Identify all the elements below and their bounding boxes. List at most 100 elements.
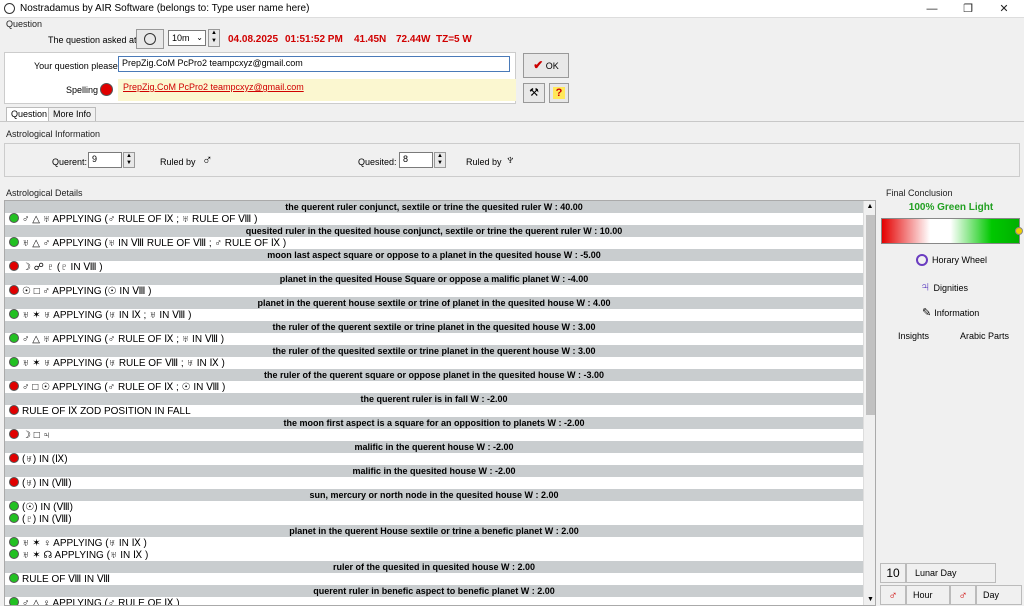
aspect-row[interactable]: ♂ △ ♅ APPLYING (♂ RULE OF Ⅸ ; ♅ RULE OF … (5, 213, 863, 225)
aspect-row[interactable]: ☽ □ ♃ (5, 429, 863, 441)
maximize-button[interactable]: ❐ (950, 0, 986, 18)
clock-button[interactable] (136, 29, 164, 49)
dignities-link[interactable]: ♃ Dignities (920, 278, 968, 294)
querent-input[interactable]: 9 (88, 152, 122, 168)
lunar-day-number: 10 (880, 563, 906, 583)
verdict-gauge (881, 218, 1023, 244)
aspect-row[interactable]: ☉ □ ♂ APPLYING (☉ IN Ⅷ ) (5, 285, 863, 297)
interval-select[interactable]: 10m ⌄ (168, 30, 206, 46)
spelling-status-icon (100, 83, 113, 96)
rule-header-row: the ruler of the querent square or oppos… (5, 369, 863, 381)
minimize-button[interactable]: — (914, 0, 950, 18)
gauge-marker (1015, 227, 1023, 235)
red-status-icon (9, 405, 19, 415)
neptune-icon: ♆ (505, 151, 516, 167)
red-status-icon (9, 381, 19, 391)
book-icon: ✎ (922, 307, 932, 319)
red-status-icon (9, 285, 19, 295)
aspect-row[interactable]: ♂ △ ♅ APPLYING (♂ RULE OF Ⅸ ; ♅ IN Ⅷ ) (5, 333, 863, 345)
scroll-up-icon[interactable]: ▲ (864, 201, 875, 213)
aspect-row[interactable]: RULE OF Ⅷ IN Ⅷ (5, 573, 863, 585)
mars-icon: ♂ (202, 151, 213, 167)
your-question-label: Your question please (34, 61, 118, 71)
spelling-box: PrepZig.CoM PcPro2 teampcxyz@gmail.com (118, 79, 516, 101)
details-group-label: Astrological Details (6, 188, 83, 198)
help-icon: ? (552, 87, 566, 99)
ok-button[interactable]: ✔ OK (523, 53, 569, 78)
aspect-row[interactable]: ♅ ✶ ♅ APPLYING (♅ IN Ⅸ ; ♅ IN Ⅷ ) (5, 309, 863, 321)
arabic-parts-link[interactable]: Arabic Parts (960, 331, 1009, 341)
rule-header-row: the moon first aspect is a square for an… (5, 417, 863, 429)
aspect-row[interactable]: ♅ △ ♂ APPLYING (♅ IN Ⅷ RULE OF Ⅷ ; ♂ RUL… (5, 237, 863, 249)
green-status-icon (9, 549, 19, 559)
green-status-icon (9, 213, 19, 223)
scroll-down-icon[interactable]: ▼ (864, 594, 875, 605)
quesited-label: Quesited: (358, 157, 397, 167)
details-scrollbar[interactable]: ▲ ▼ (863, 201, 875, 605)
horary-wheel-link[interactable]: Horary Wheel (916, 254, 987, 266)
aspect-text: (♅) IN (Ⅷ) (22, 478, 72, 489)
rule-header-row: planet in the querent House sextile or t… (5, 525, 863, 537)
app-icon (4, 3, 15, 14)
green-status-icon (9, 537, 19, 547)
information-link[interactable]: ✎ Information (922, 306, 979, 319)
interval-stepper[interactable]: ▲ ▼ (208, 29, 220, 47)
aspect-row[interactable]: ♅ ✶ ♀ APPLYING (♅ IN Ⅸ ) (5, 537, 863, 549)
tab-question[interactable]: Question (6, 107, 53, 121)
astro-info-group-label: Astrological Information (6, 129, 101, 139)
scroll-thumb[interactable] (866, 215, 875, 415)
aspect-row[interactable]: (♅) IN (Ⅸ) (5, 453, 863, 465)
rule-header-row: querent ruler in benefic aspect to benef… (5, 585, 863, 597)
aspect-row[interactable]: ♂ △ ♀ APPLYING (♂ RULE OF Ⅸ ) (5, 597, 863, 605)
checkmark-icon: ✔ (533, 58, 544, 72)
rule-header-row: quesited ruler in the quesited house con… (5, 225, 863, 237)
rule-header-row: the ruler of the quesited sextile or tri… (5, 345, 863, 357)
quesited-stepper[interactable]: ▲ ▼ (434, 152, 446, 168)
green-status-icon (9, 333, 19, 343)
rule-header-row: the ruler of the querent sextile or trin… (5, 321, 863, 333)
question-date: 04.08.2025 (228, 34, 279, 45)
aspect-text: ☉ □ ♂ APPLYING (☉ IN Ⅷ ) (22, 286, 152, 297)
green-status-icon (9, 357, 19, 367)
green-status-icon (9, 309, 19, 319)
interval-value: 10m (172, 33, 190, 43)
aspect-text: (♇) IN (Ⅷ) (22, 514, 72, 525)
querent-stepper[interactable]: ▲ ▼ (123, 152, 135, 168)
quesited-input[interactable]: 8 (399, 152, 433, 168)
aspect-text: ♅ ✶ ♀ APPLYING (♅ IN Ⅸ ) (22, 538, 147, 549)
clock-icon (144, 33, 156, 45)
question-input[interactable]: PrepZig.CoM PcPro2 teampcxyz@gmail.com (118, 56, 510, 72)
final-conclusion-panel: Final Conclusion 100% Green Light Horary… (878, 186, 1024, 606)
rule-header-row: sun, mercury or north node in the quesit… (5, 489, 863, 501)
rule-header-row: planet in the querent house sextile or t… (5, 297, 863, 309)
aspect-row[interactable]: (☉) IN (Ⅷ) (5, 501, 863, 513)
aspect-row[interactable]: ♅ ✶ ☊ APPLYING (♅ IN Ⅸ ) (5, 549, 863, 561)
tab-more-info[interactable]: More Info (48, 107, 97, 121)
horary-wheel-label: Horary Wheel (932, 255, 988, 265)
aspect-text: ♅ ✶ ☊ APPLYING (♅ IN Ⅸ ) (22, 550, 149, 561)
window-title: Nostradamus by AIR Software (belongs to:… (20, 3, 310, 14)
tools-button[interactable]: ⚒ (523, 83, 545, 103)
rule-header-row: planet in the quesited House Square or o… (5, 273, 863, 285)
insights-link[interactable]: Insights (898, 331, 929, 341)
lunar-day-label: Lunar Day (906, 563, 996, 583)
rule-header-row: moon last aspect square or oppose to a p… (5, 249, 863, 261)
information-label: Information (934, 308, 980, 318)
aspect-row[interactable]: ☽ ☍ ♇ (♇ IN Ⅷ ) (5, 261, 863, 273)
red-status-icon (9, 261, 19, 271)
details-list[interactable]: the querent ruler conjunct, sextile or t… (4, 200, 876, 606)
hour-label: Hour (906, 585, 950, 605)
aspect-row[interactable]: RULE OF Ⅸ ZOD POSITION IN FALL (5, 405, 863, 417)
aspect-row[interactable]: (♅) IN (Ⅷ) (5, 477, 863, 489)
question-time: 01:51:52 PM (285, 34, 343, 45)
aspect-text: ♅ ✶ ♅ APPLYING (♅ IN Ⅸ ; ♅ IN Ⅷ ) (22, 310, 192, 321)
help-button[interactable]: ? (549, 83, 569, 103)
aspect-text: ☽ □ ♃ (22, 430, 51, 441)
aspect-row[interactable]: ♅ ✶ ♅ APPLYING (♅ RULE OF Ⅷ ; ♅ IN Ⅸ ) (5, 357, 863, 369)
close-button[interactable]: ✕ (986, 0, 1022, 18)
aspect-row[interactable]: (♇) IN (Ⅷ) (5, 513, 863, 525)
question-longitude: 72.44W (396, 34, 431, 45)
aspect-row[interactable]: ♂ □ ☉ APPLYING (♂ RULE OF Ⅸ ; ☉ IN Ⅷ ) (5, 381, 863, 393)
day-planet-icon: ♂ (950, 585, 976, 605)
aspect-text: (♅) IN (Ⅸ) (22, 454, 68, 465)
